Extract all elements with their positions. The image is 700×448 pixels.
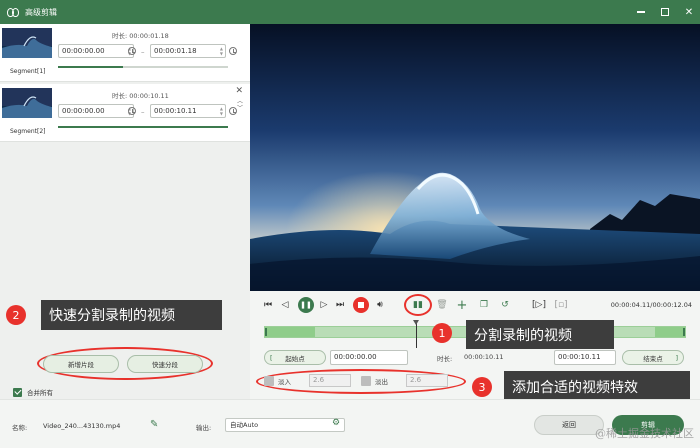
set-start-button[interactable]: [ 起始点 <box>264 350 326 365</box>
window-title: 高级剪辑 <box>25 7 57 17</box>
skip-to-start-icon[interactable]: ⏮ <box>262 298 274 312</box>
annotation-3-badge: 3 <box>472 377 492 397</box>
maximize-icon[interactable] <box>660 7 670 17</box>
segment-label: Segment[1] <box>10 68 46 75</box>
step-back-icon[interactable]: ◁ <box>279 298 291 312</box>
close-window-icon[interactable]: ✕ <box>684 7 694 18</box>
quick-split-button[interactable]: 快速分段 <box>127 355 203 373</box>
fade-in-control[interactable]: 淡入 2.6 <box>264 374 351 387</box>
segment-label: Segment[2] <box>10 128 46 135</box>
edit-name-icon[interactable]: ✎ <box>150 419 158 430</box>
trim-start-handle[interactable] <box>265 328 267 336</box>
go-to-keyframe-icon[interactable]: [▷] <box>532 298 546 312</box>
bracket-left-icon: [ <box>270 353 273 362</box>
checkbox-checked-icon[interactable] <box>13 387 22 397</box>
segment-progress-bar <box>58 126 228 128</box>
annotation-1-label: 分割录制的视频 <box>466 320 614 349</box>
output-select[interactable]: 自动Auto <box>225 418 345 432</box>
segment-duration: 时长: 00:00:10.11 <box>112 92 169 100</box>
name-label: 名称: <box>12 424 28 432</box>
fade-out-input[interactable]: 2.6 <box>406 374 448 387</box>
step-forward-icon[interactable]: ▷ <box>318 298 330 312</box>
segment-start-field[interactable]: 00:00:00.00 ▲ ▼ <box>58 44 134 58</box>
reorder-arrows-icon[interactable]: ︿ ﹀ <box>237 98 243 112</box>
file-name: Video_240...43130.mp4 <box>43 422 121 430</box>
merge-all-checkbox[interactable]: 合并所有 <box>13 387 53 397</box>
trim-row: [ 起始点 00:00:00.00 时长: 00:00:10.11 00:00:… <box>264 350 686 366</box>
segment-item[interactable]: Segment[1] 时长: 00:00:01.18 00:00:00.00 ▲ ▼… <box>0 24 250 82</box>
video-preview[interactable] <box>250 24 700 291</box>
reset-icon[interactable]: ↺ <box>499 298 511 312</box>
clock-icon[interactable] <box>128 47 136 55</box>
output-label: 输出: <box>196 424 212 432</box>
delete-icon[interactable]: 🗑︎ <box>436 298 448 312</box>
segment-duration: 时长: 00:00:01.18 <box>112 32 169 40</box>
annotation-1-badge: 1 <box>432 323 452 343</box>
segment-thumbnail <box>2 28 52 58</box>
split-segment-icon[interactable]: ▮▮ <box>412 298 424 312</box>
annotation-3-label: 添加合适的视频特效 <box>504 371 690 402</box>
fade-out-control[interactable]: 淡出 2.6 <box>361 374 448 387</box>
frame-icon[interactable]: [▫] <box>554 298 568 312</box>
clock-icon[interactable] <box>128 107 136 115</box>
copy-icon[interactable]: ❐ <box>478 298 490 312</box>
annotation-2-label: 快速分割录制的视频 <box>41 300 222 330</box>
trim-end-field[interactable]: 00:00:10.11 <box>554 350 616 365</box>
volume-icon[interactable]: 🔊︎ <box>374 298 386 312</box>
fade-in-input[interactable]: 2.6 <box>309 374 351 387</box>
segment-panel: Segment[1] 时长: 00:00:01.18 00:00:00.00 ▲ ▼… <box>0 24 250 399</box>
title-bar: 高级剪辑 ✕ <box>0 0 700 24</box>
clock-icon[interactable] <box>229 107 237 115</box>
fade-out-checkbox[interactable] <box>361 375 371 386</box>
trim-duration-label: 时长: <box>437 355 453 363</box>
minimize-icon[interactable] <box>636 7 646 17</box>
watermark: @稀土掘金技术社区 <box>595 427 694 440</box>
skip-to-end-icon[interactable]: ⏭ <box>334 298 346 312</box>
segment-progress-bar <box>58 66 228 68</box>
add-icon[interactable]: + <box>456 298 468 313</box>
pause-button[interactable]: ❚❚ <box>298 297 314 313</box>
new-segment-button[interactable]: 新增片段 <box>43 355 119 373</box>
trim-duration-value: 00:00:10.11 <box>464 353 504 361</box>
stop-button[interactable] <box>353 297 369 313</box>
back-button[interactable]: 返回 <box>534 415 604 435</box>
fade-in-checkbox[interactable] <box>264 375 274 386</box>
delete-segment-icon[interactable]: ✕ <box>235 86 243 96</box>
gear-icon[interactable]: ⚙ <box>332 418 340 428</box>
playhead[interactable] <box>412 320 419 348</box>
bracket-right-icon: ] <box>675 353 678 362</box>
segment-start-field[interactable]: 00:00:00.00 ▲ ▼ <box>58 104 134 118</box>
annotation-2-badge: 2 <box>6 305 26 325</box>
trim-start-field[interactable]: 00:00:00.00 <box>330 350 408 365</box>
set-end-button[interactable]: 结束点 ] <box>622 350 684 365</box>
timecode: 00:00:04.11/00:00:12.04 <box>610 301 692 309</box>
player-controls: ⏮ ◁ ❚❚ ▷ ⏭ 🔊︎ ▮▮ 🗑︎ + ❐ ↺ [▷] [▫] 00:00:… <box>250 291 700 402</box>
segment-thumbnail <box>2 88 52 118</box>
trim-end-handle[interactable] <box>683 328 685 336</box>
segment-item[interactable]: Segment[2] 时长: 00:00:10.11 00:00:00.00 ▲ ▼… <box>0 84 250 142</box>
segment-end-field[interactable]: 00:00:10.11 ▲ ▼ <box>150 104 226 118</box>
clock-icon[interactable] <box>229 47 237 55</box>
app-logo-icon <box>7 6 19 18</box>
segment-end-field[interactable]: 00:00:01.18 ▲ ▼ <box>150 44 226 58</box>
